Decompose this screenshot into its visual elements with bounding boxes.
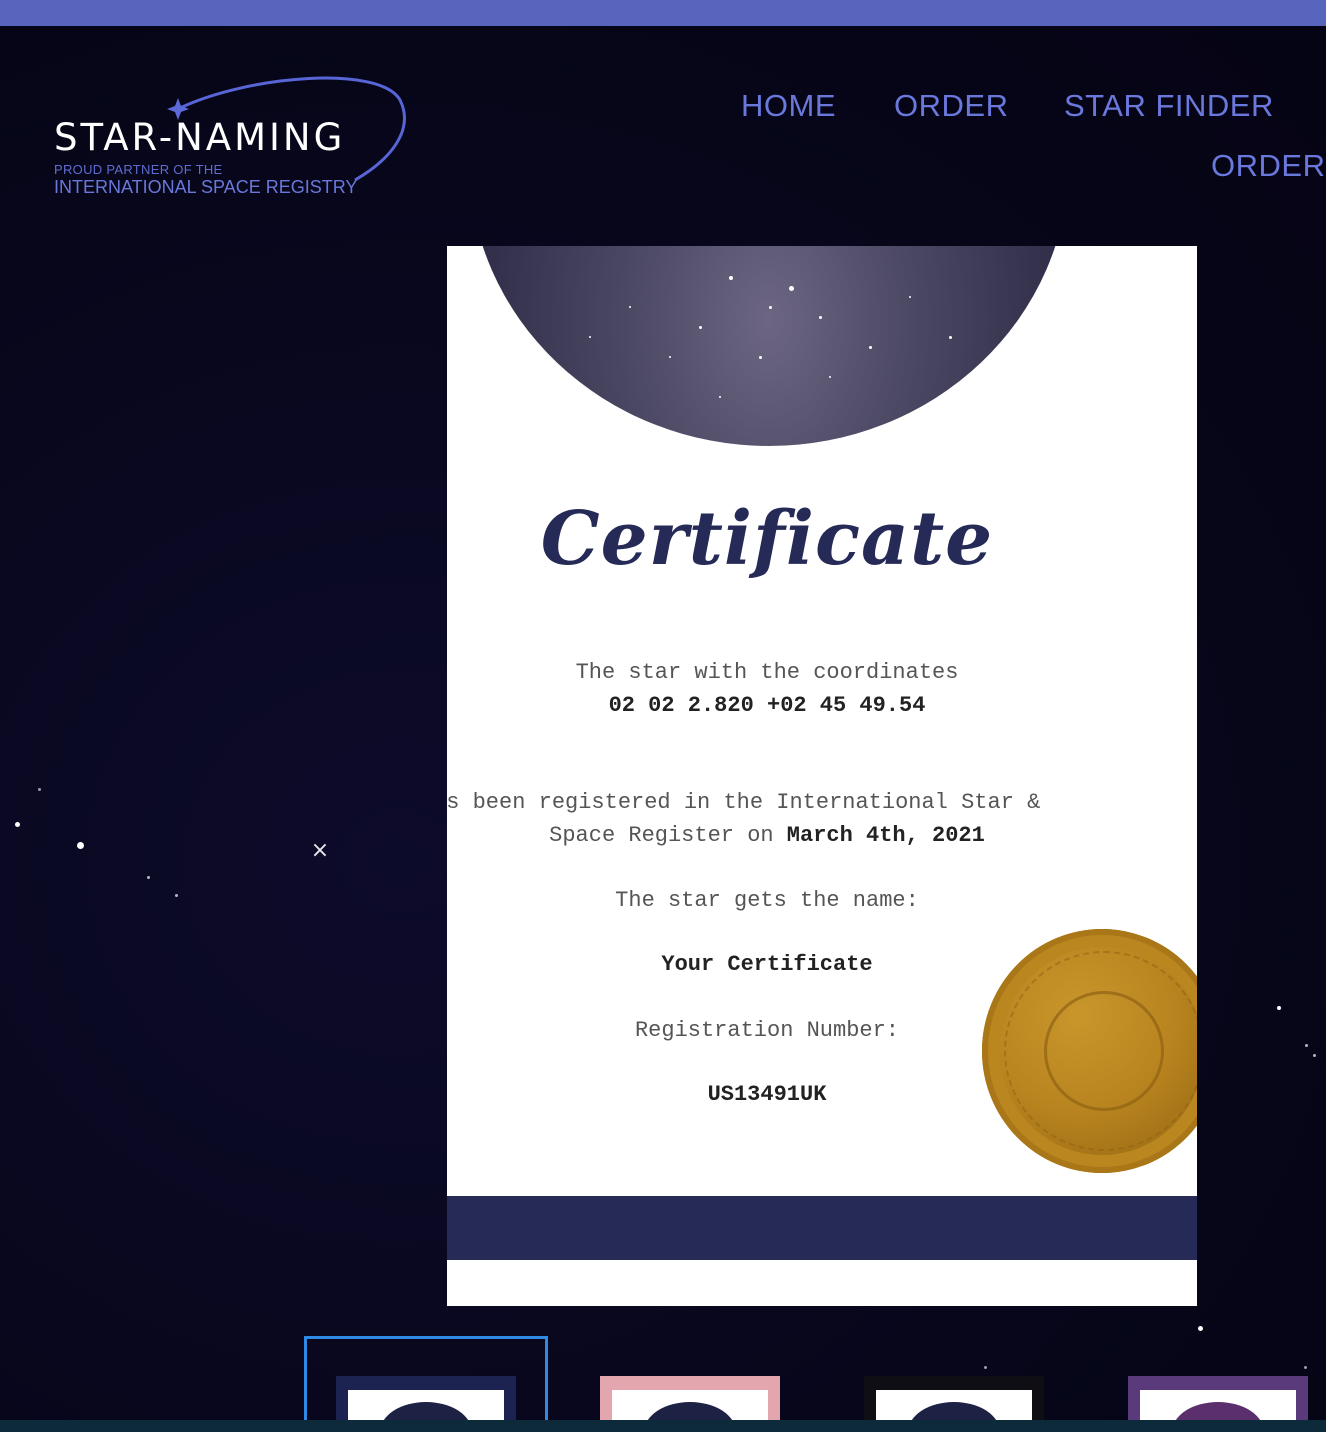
nav-order-secondary[interactable]: ORDER: [1211, 148, 1325, 184]
certificate-footer-band: [447, 1196, 1197, 1260]
star-naming-logo[interactable]: STAR-NAMING PROUD PARTNER OF THE INTERNA…: [50, 70, 410, 205]
top-bar: [0, 0, 1326, 26]
cert-star-name: Your Certificate: [661, 952, 873, 977]
nav-home[interactable]: HOME: [741, 88, 836, 124]
nav-order[interactable]: ORDER: [894, 88, 1008, 124]
close-icon[interactable]: ×: [308, 838, 332, 864]
cert-coordinates: 02 02 2.820 +02 45 49.54: [608, 693, 926, 718]
bottom-strip: [0, 1420, 1326, 1432]
cert-date: March 4th, 2021: [786, 823, 985, 848]
cert-line-name-label: The star gets the name:: [615, 888, 919, 913]
logo-tagline: PROUD PARTNER OF THE: [54, 162, 223, 177]
logo-wordmark: STAR-NAMING: [54, 116, 346, 159]
cert-register-on: Space Register on: [549, 823, 787, 848]
cert-line-registered: as been registered in the International …: [447, 790, 1041, 815]
night-sky-image: [469, 246, 1069, 446]
cert-line-coordinates-label: The star with the coordinates: [575, 660, 959, 685]
nav-star-finder[interactable]: STAR FINDER: [1064, 88, 1274, 124]
certificate-preview: Certificate The star with the coordinate…: [447, 246, 1197, 1306]
cert-line-date: Space Register on March 4th, 2021: [447, 823, 1087, 848]
certificate-title: Certificate: [540, 496, 994, 582]
logo-registry: INTERNATIONAL SPACE REGISTRY: [54, 177, 358, 197]
